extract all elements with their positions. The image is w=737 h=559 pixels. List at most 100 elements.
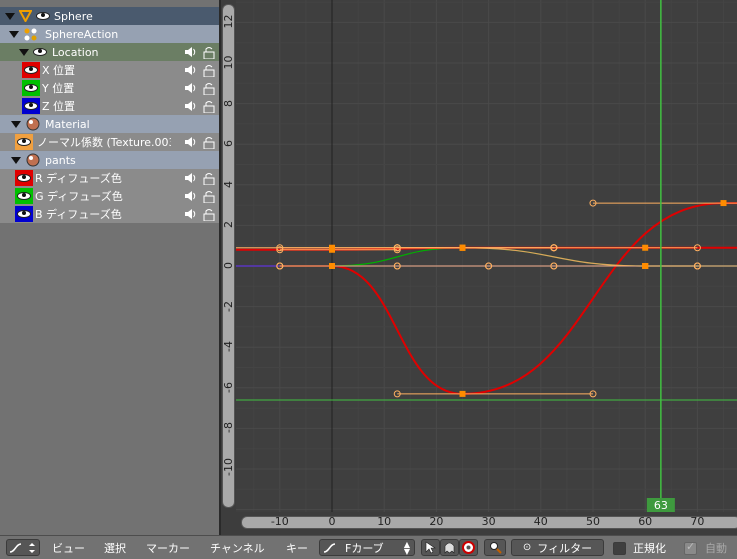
fcurve: [236, 202, 737, 395]
channel-color-swatch[interactable]: [15, 206, 33, 222]
expand-triangle-icon[interactable]: [11, 121, 21, 128]
lock-icon[interactable]: [203, 64, 215, 77]
expand-triangle-icon[interactable]: [9, 31, 19, 38]
channel-y-location[interactable]: Y 位置: [0, 79, 219, 97]
speaker-icon[interactable]: [184, 136, 196, 148]
action-icon: [24, 28, 37, 41]
eye-icon[interactable]: [17, 174, 31, 182]
eye-icon[interactable]: [17, 138, 31, 146]
eye-icon[interactable]: [17, 210, 31, 218]
header-toolbar: ビュー 選択 マーカー チャンネル キー Fカーブ ▲ ▼ ⊙ フィルター 正規化…: [0, 535, 737, 559]
value-tick-label: 10: [222, 55, 235, 70]
menu-view[interactable]: ビュー: [52, 540, 85, 556]
lock-icon[interactable]: [203, 208, 215, 221]
channel-r-diffuse[interactable]: R ディフューズ色: [0, 169, 219, 187]
filter-button[interactable]: ⊙ フィルター: [511, 539, 604, 556]
channel-group-location[interactable]: Location: [0, 43, 219, 61]
expand-triangle-icon[interactable]: [19, 49, 29, 56]
eye-icon[interactable]: [33, 48, 47, 56]
channel-material[interactable]: Material: [0, 115, 219, 133]
speaker-icon[interactable]: [184, 172, 196, 184]
frame-tick-label: 0: [328, 515, 336, 528]
channel-color-swatch[interactable]: [22, 62, 40, 78]
value-tick-label: -8: [222, 422, 235, 434]
channel-label: G ディフューズ色: [35, 190, 123, 203]
lock-icon[interactable]: [203, 100, 215, 113]
value-tick-label: 6: [222, 140, 235, 148]
channel-color-swatch[interactable]: [15, 170, 33, 186]
channel-label: Location: [52, 45, 99, 59]
frame-tick-label: -10: [270, 515, 289, 528]
value-tick-label: 12: [222, 14, 235, 29]
eye-icon[interactable]: [24, 84, 38, 92]
value-tick-label: 8: [222, 99, 235, 107]
material-icon: [26, 117, 40, 131]
lock-icon[interactable]: [203, 172, 215, 185]
lock-icon[interactable]: [203, 82, 215, 95]
channel-label: Y 位置: [42, 82, 75, 95]
show-hidden-toggle[interactable]: [440, 539, 459, 556]
channel-color-swatch[interactable]: [15, 134, 33, 150]
keyframe-point: [329, 263, 335, 269]
channel-z-location[interactable]: Z 位置: [0, 97, 219, 115]
channel-label: Z 位置: [42, 100, 76, 113]
value-scrollbar[interactable]: 12 10 8 6 4 2 0 -2 -4 -6 -8 -10: [221, 0, 236, 535]
speaker-icon[interactable]: [184, 190, 196, 202]
speaker-icon[interactable]: [184, 46, 196, 58]
normalize-checkbox[interactable]: [613, 542, 626, 555]
normalize-label: 正規化: [633, 542, 666, 555]
eye-icon[interactable]: [17, 192, 31, 200]
channel-label: ノーマル係数 (Texture.003: [37, 136, 171, 149]
speaker-icon[interactable]: [184, 64, 196, 76]
expand-triangle-icon[interactable]: [11, 157, 21, 164]
fcurve-icon: [323, 542, 336, 553]
expand-triangle-icon[interactable]: [5, 13, 15, 20]
channel-label: SphereAction: [45, 27, 119, 41]
speaker-icon[interactable]: [184, 100, 196, 112]
channel-b-diffuse[interactable]: B ディフューズ色: [0, 205, 219, 223]
menu-channel[interactable]: チャンネル: [210, 540, 265, 556]
channel-list: Sphere SphereAction Location X 位置 Y 位置 Z…: [0, 0, 219, 535]
channel-color-swatch[interactable]: [22, 80, 40, 96]
lock-icon[interactable]: [203, 136, 215, 149]
value-tick-label: -4: [222, 341, 235, 353]
menu-select[interactable]: 選択: [104, 540, 126, 556]
eye-icon[interactable]: [36, 12, 50, 20]
frame-tick-label: 70: [690, 515, 705, 528]
value-tick-label: 2: [222, 221, 235, 229]
channel-texture-normal[interactable]: ノーマル係数 (Texture.003: [0, 133, 219, 151]
graph-editor-icon: [9, 542, 35, 553]
frame-tick-label: 20: [429, 515, 444, 528]
frame-tick-label: 30: [481, 515, 496, 528]
channel-g-diffuse[interactable]: G ディフューズ色: [0, 187, 219, 205]
object-icon: [19, 10, 32, 22]
lock-icon[interactable]: [203, 190, 215, 203]
auto-normalize-checkbox[interactable]: ✓: [684, 540, 697, 555]
search-toggle[interactable]: [484, 539, 506, 556]
channel-action[interactable]: SphereAction: [0, 25, 219, 43]
channel-object-sphere[interactable]: Sphere: [0, 7, 219, 25]
frame-tick-label: 50: [586, 515, 600, 528]
menu-marker[interactable]: マーカー: [146, 540, 190, 556]
only-errors-toggle[interactable]: [459, 539, 478, 556]
auto-normalize-label: 自動: [705, 542, 727, 555]
lock-icon[interactable]: [203, 46, 215, 59]
fcurve-graph[interactable]: 63: [236, 0, 737, 512]
current-frame-label: 63: [654, 499, 668, 512]
channel-label: X 位置: [42, 64, 76, 77]
channel-x-location[interactable]: X 位置: [0, 61, 219, 79]
only-selected-toggle[interactable]: [421, 539, 440, 556]
speaker-icon[interactable]: [184, 82, 196, 94]
eye-icon[interactable]: [24, 102, 38, 110]
channel-color-swatch[interactable]: [22, 98, 40, 114]
menu-key[interactable]: キー: [286, 540, 308, 556]
mode-dropdown[interactable]: Fカーブ ▲ ▼: [319, 539, 415, 556]
editor-type-button[interactable]: [6, 539, 40, 556]
filter-label: フィルター: [537, 541, 593, 555]
channel-color-swatch[interactable]: [15, 188, 33, 204]
frame-scrollbar[interactable]: -10 0 10 20 30 40 50 60 70: [236, 512, 737, 535]
eye-icon[interactable]: [24, 66, 38, 74]
channel-material-pants[interactable]: pants: [0, 151, 219, 169]
graph-editor-canvas[interactable]: 63: [236, 0, 737, 512]
speaker-icon[interactable]: [184, 208, 196, 220]
